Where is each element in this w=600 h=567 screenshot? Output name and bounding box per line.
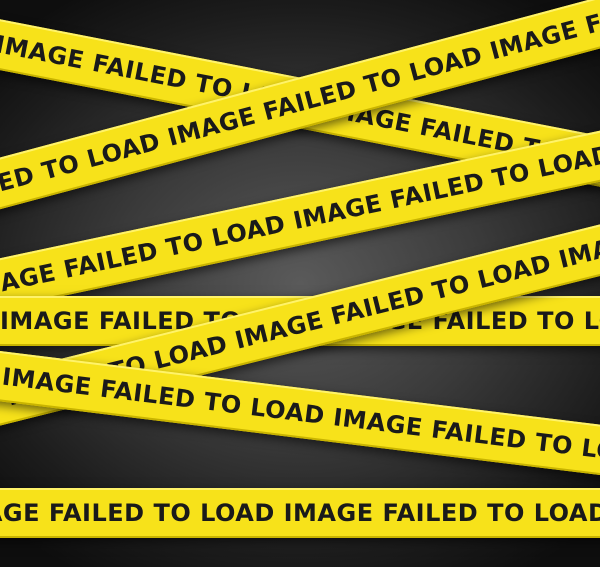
caution-tape-7: IMAGE FAILED TO LOAD IMAGE FAILED TO LOA…: [0, 488, 600, 538]
caution-tape-placeholder: IMAGE FAILED TO LOAD IMAGE FAILED TO LOA…: [0, 0, 600, 567]
tape-label: IMAGE FAILED TO LOAD IMAGE FAILED TO LOA…: [0, 499, 600, 527]
tape-label: IMAGE FAILED TO LOAD IMAGE FAILED TO LOA…: [0, 362, 600, 505]
